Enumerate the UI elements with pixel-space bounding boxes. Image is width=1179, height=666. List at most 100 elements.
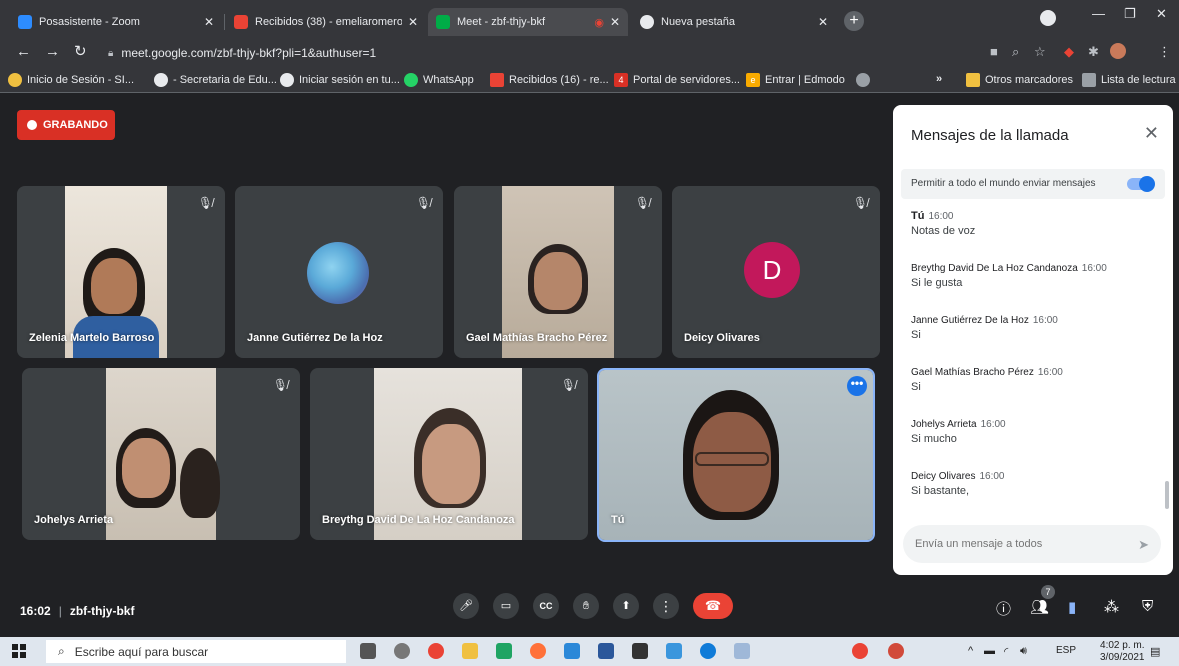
participant-tile[interactable]: 🎙︎̸ Gael Mathías Bracho Pérez: [454, 186, 662, 358]
wifi-icon[interactable]: ◜: [1004, 645, 1008, 658]
tab-meet[interactable]: Meet - zbf-thjy-bkf ◉ ✕: [428, 8, 628, 36]
tray-arrow-icon[interactable]: ^: [968, 645, 973, 657]
star-icon[interactable]: ☆: [1034, 44, 1046, 60]
taskbar-search-box[interactable]: ⌕ Escribe aquí para buscar: [46, 640, 346, 663]
message-time: 16:00: [1081, 263, 1107, 274]
host-controls-icon[interactable]: ⛨: [1142, 598, 1153, 615]
folder-icon: [966, 73, 980, 87]
activities-icon[interactable]: ⁂: [1104, 598, 1119, 616]
chat-icon[interactable]: ▮: [1068, 598, 1076, 616]
battery-icon[interactable]: ▬: [984, 645, 995, 657]
chat-scrollbar[interactable]: [1165, 481, 1169, 509]
bookmark-item[interactable]: Inicio de Sesión - SI...: [8, 73, 134, 87]
windows-start-icon[interactable]: [12, 644, 26, 658]
participant-name: Deicy Olivares: [684, 332, 760, 344]
send-icon[interactable]: ➤: [1138, 537, 1149, 553]
account-avatar[interactable]: [1110, 43, 1126, 59]
back-icon[interactable]: ←: [16, 43, 31, 61]
taskbar-clock[interactable]: 4:02 p. m. 3/09/2021: [1100, 640, 1145, 664]
app-icon[interactable]: [734, 643, 750, 659]
extension-icon[interactable]: ◆: [1064, 44, 1074, 60]
participant-tile[interactable]: 🎙︎̸ Zelenia Martelo Barroso: [17, 186, 225, 358]
hand-icon: ✋︎: [582, 600, 590, 612]
chrome-icon[interactable]: [428, 643, 444, 659]
camera-button[interactable]: ▭: [493, 593, 519, 619]
more-options-button[interactable]: •••: [847, 376, 867, 396]
more-bookmarks-button[interactable]: »: [936, 73, 942, 85]
bookmark-item[interactable]: Iniciar sesión en tu...: [280, 73, 400, 87]
menu-icon[interactable]: ⋮: [1158, 44, 1171, 60]
chrome-icon[interactable]: [852, 643, 868, 659]
notifications-icon[interactable]: ▤: [1150, 645, 1160, 658]
captions-button[interactable]: CC: [533, 593, 559, 619]
bookmark-label: Inicio de Sesión - SI...: [27, 74, 134, 86]
other-bookmarks-folder[interactable]: Otros marcadores: [966, 73, 1073, 87]
microphone-button[interactable]: 🎤︎: [453, 593, 479, 619]
zoom-search-icon[interactable]: ⌕: [1012, 44, 1019, 60]
restore-icon[interactable]: ❐: [1124, 6, 1136, 22]
bookmark-label: Recibidos (16) - re...: [509, 74, 609, 86]
close-icon[interactable]: ✕: [204, 15, 214, 29]
message-time: 16:00: [979, 471, 1005, 482]
bookmark-item[interactable]: Recibidos (16) - re...: [490, 73, 609, 87]
close-icon[interactable]: ✕: [610, 15, 620, 29]
file-explorer-icon[interactable]: [462, 643, 478, 659]
app-icon[interactable]: [666, 643, 682, 659]
settings-icon[interactable]: [394, 643, 410, 659]
raise-hand-button[interactable]: ✋︎: [573, 593, 599, 619]
people-icon[interactable]: 👥︎: [1030, 598, 1049, 616]
allow-messages-toggle[interactable]: [1127, 176, 1155, 192]
bookmark-item[interactable]: e Entrar | Edmodo: [746, 73, 845, 87]
tab-zoom[interactable]: Posasistente - Zoom ✕: [10, 8, 222, 36]
bookmark-label: Otros marcadores: [985, 74, 1074, 86]
tab-new[interactable]: Nueva pestaña ✕: [632, 8, 836, 36]
participant-tile[interactable]: 🎙︎̸ Breythg David De La Hoz Candanoza: [310, 368, 588, 540]
participant-tile[interactable]: 🎙︎̸ Janne Gutiérrez De la Hoz: [235, 186, 443, 358]
lock-icon: 🔒︎: [108, 47, 114, 59]
reload-icon[interactable]: ↻: [74, 43, 87, 61]
participant-tile[interactable]: 🎙︎̸ Johelys Arrieta: [22, 368, 300, 540]
bookmark-item[interactable]: [856, 73, 875, 87]
reading-list-button[interactable]: Lista de lectura: [1082, 73, 1176, 87]
bookmark-label: Entrar | Edmodo: [765, 74, 845, 86]
self-tile[interactable]: ••• Tú: [597, 368, 875, 542]
profile-icon[interactable]: [1040, 10, 1056, 26]
edge-icon[interactable]: [700, 643, 716, 659]
present-screen-icon: ⬆: [621, 600, 631, 612]
bookmark-item[interactable]: - Secretaria de Edu...: [154, 73, 277, 87]
task-view-icon[interactable]: [360, 643, 376, 659]
chrome-icon[interactable]: [888, 643, 904, 659]
participant-avatar: D: [744, 242, 800, 298]
app-icon[interactable]: [496, 643, 512, 659]
more-options-button[interactable]: ⋮: [653, 593, 679, 619]
end-call-button[interactable]: ☎: [693, 593, 733, 619]
word-icon[interactable]: [598, 643, 614, 659]
close-icon[interactable]: ✕: [818, 15, 828, 29]
firefox-icon[interactable]: [530, 643, 546, 659]
bookmark-item[interactable]: 4 Portal de servidores...: [614, 73, 740, 87]
message-text: Notas de voz: [911, 225, 976, 237]
participant-name: Breythg David De La Hoz Candanoza: [322, 514, 515, 526]
camera-icon[interactable]: ■: [990, 44, 998, 59]
message-sender: Gael Mathías Bracho Pérez: [911, 367, 1034, 378]
puzzle-icon[interactable]: ✱: [1088, 44, 1099, 60]
chat-message-input[interactable]: [903, 525, 1161, 563]
volume-icon[interactable]: 🔊︎: [1020, 645, 1027, 658]
window-close-icon[interactable]: ✕: [1156, 6, 1167, 22]
store-icon[interactable]: [632, 643, 648, 659]
new-tab-button[interactable]: +: [844, 11, 864, 31]
close-icon[interactable]: ✕: [408, 15, 418, 29]
forward-icon[interactable]: →: [45, 43, 60, 61]
message-text: Si: [911, 329, 921, 341]
tab-gmail[interactable]: Recibidos (38) - emeliaromero@ ✕: [226, 8, 426, 36]
close-icon[interactable]: ✕: [1144, 123, 1159, 144]
participant-name: Janne Gutiérrez De la Hoz: [247, 332, 383, 344]
mail-icon[interactable]: [564, 643, 580, 659]
info-icon[interactable]: ⓘ: [996, 598, 1011, 619]
participant-tile[interactable]: D 🎙︎̸ Deicy Olivares: [672, 186, 880, 358]
address-bar[interactable]: 🔒︎ meet.google.com/zbf-thjy-bkf?pli=1&au…: [108, 40, 868, 66]
language-indicator[interactable]: ESP: [1056, 645, 1076, 656]
present-button[interactable]: ⬆: [613, 593, 639, 619]
bookmark-item[interactable]: WhatsApp: [404, 73, 474, 87]
minimize-icon[interactable]: —: [1092, 6, 1105, 21]
